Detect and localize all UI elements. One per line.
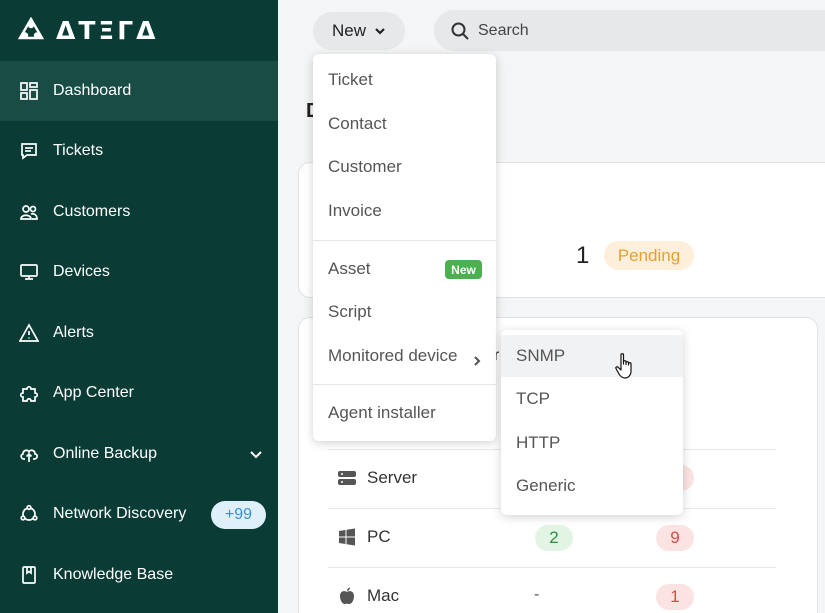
logo-text: ΔTΞΓΔ (56, 15, 159, 45)
sidebar-item-label: Alerts (53, 324, 94, 341)
sidebar-item-online-backup[interactable]: Online Backup (0, 424, 278, 484)
search-bar[interactable] (434, 10, 825, 51)
submenu-item-tcp[interactable]: TCP (501, 378, 683, 420)
new-button-label: New (331, 21, 366, 40)
pending-count: 1 (576, 242, 590, 269)
menu-divider (313, 384, 496, 385)
network-discovery-badge: +99 (211, 501, 266, 529)
atera-logo[interactable]: ΔTΞΓΔ (18, 15, 159, 45)
menu-item-script[interactable]: Script (313, 292, 496, 332)
search-input[interactable] (478, 21, 778, 40)
row-label: Server (367, 468, 418, 487)
sidebar-item-app-center[interactable]: App Center (0, 363, 278, 423)
chevron-right-icon (472, 351, 482, 366)
dashboard-icon (18, 80, 40, 102)
apple-icon (336, 585, 358, 607)
atera-logo-icon (18, 17, 44, 40)
menu-item-contact[interactable]: Contact (313, 104, 496, 144)
row-label: Mac (367, 586, 400, 605)
customers-icon (18, 201, 40, 223)
submenu-item-snmp[interactable]: SNMP (501, 335, 683, 377)
new-button[interactable]: New (313, 12, 405, 50)
new-dropdown-menu: Ticket Contact Customer Invoice Asset Ne… (313, 54, 496, 441)
pending-badge[interactable]: Pending (604, 241, 694, 270)
sidebar-item-alerts[interactable]: Alerts (0, 303, 278, 363)
mac-offline-pill[interactable]: 1 (656, 584, 694, 610)
book-icon (18, 564, 40, 586)
table-row[interactable]: Server (336, 466, 417, 490)
sidebar: ΔTΞΓΔ Dashboard Tickets Customers Device… (0, 0, 278, 613)
table-row[interactable]: Mac (336, 584, 399, 608)
divider (328, 567, 776, 568)
puzzle-icon (18, 382, 40, 404)
network-icon (18, 503, 40, 525)
menu-divider (313, 240, 496, 241)
sidebar-item-tickets[interactable]: Tickets (0, 121, 278, 181)
cloud-upload-icon (18, 443, 40, 465)
new-tag: New (445, 260, 482, 279)
search-icon (451, 22, 469, 40)
alerts-icon (18, 322, 40, 344)
sidebar-item-network-discovery[interactable]: Network Discovery +99 (0, 484, 278, 544)
menu-item-label: Asset (328, 259, 371, 278)
table-row[interactable]: PC (336, 525, 391, 549)
sidebar-item-customers[interactable]: Customers (0, 182, 278, 242)
chevron-down-icon (375, 28, 385, 35)
pc-offline-pill[interactable]: 9 (656, 525, 694, 551)
mac-online-value: - (534, 586, 540, 603)
hand-cursor-icon (615, 353, 632, 379)
submenu-item-http[interactable]: HTTP (501, 422, 683, 464)
sidebar-item-label: Knowledge Base (53, 566, 174, 583)
windows-icon (336, 526, 358, 548)
server-icon (336, 467, 358, 489)
menu-item-invoice[interactable]: Invoice (313, 191, 496, 231)
sidebar-item-label: Network Discovery (53, 505, 187, 522)
menu-item-agent-installer[interactable]: Agent installer (313, 393, 496, 433)
sidebar-item-label: Online Backup (53, 445, 158, 462)
sidebar-item-devices[interactable]: Devices (0, 242, 278, 302)
menu-item-asset[interactable]: Asset New (313, 249, 496, 289)
menu-item-ticket[interactable]: Ticket (313, 60, 496, 100)
menu-item-customer[interactable]: Customer (313, 147, 496, 187)
menu-item-monitored-device[interactable]: Monitored device (313, 336, 496, 376)
sidebar-item-label: App Center (53, 384, 134, 401)
devices-icon (18, 261, 40, 283)
row-label: PC (367, 527, 391, 546)
chevron-down-icon[interactable] (248, 446, 264, 462)
sidebar-item-dashboard[interactable]: Dashboard (0, 61, 278, 121)
sidebar-item-label: Devices (53, 263, 110, 280)
sidebar-item-label: Customers (53, 203, 131, 220)
submenu-item-generic[interactable]: Generic (501, 465, 683, 507)
sidebar-item-label: Tickets (53, 142, 104, 159)
menu-item-label: Monitored device (328, 346, 458, 365)
sidebar-item-label: Dashboard (53, 82, 132, 99)
pc-online-pill[interactable]: 2 (535, 525, 573, 551)
tickets-icon (18, 140, 40, 162)
monitored-device-submenu: SNMP TCP HTTP Generic (501, 330, 683, 515)
sidebar-item-knowledge-base[interactable]: Knowledge Base (0, 545, 278, 605)
